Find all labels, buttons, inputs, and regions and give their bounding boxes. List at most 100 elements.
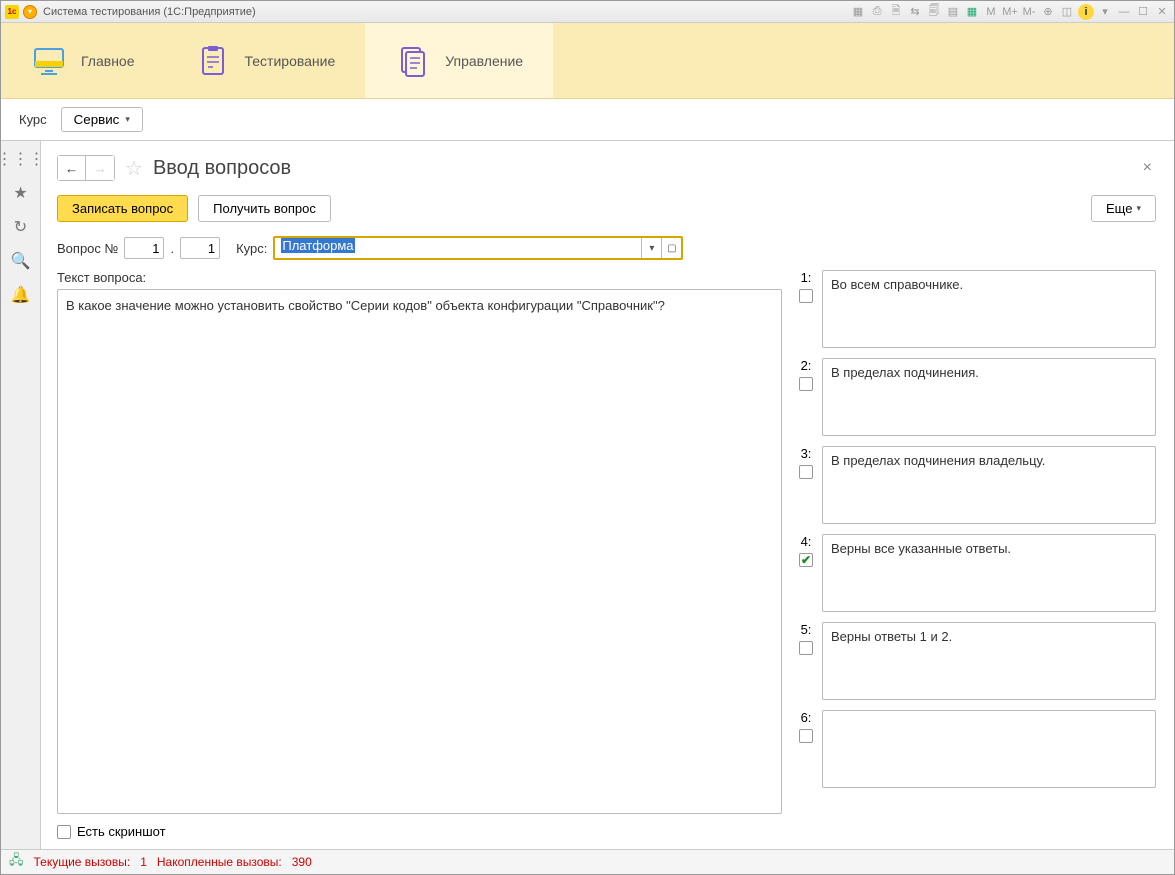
answer-checkbox[interactable]: [799, 289, 813, 303]
star-icon[interactable]: ★: [11, 183, 31, 203]
doc-icon[interactable]: 🗐: [926, 4, 942, 20]
search-icon[interactable]: 🔍: [11, 251, 31, 271]
answer-text[interactable]: Верны все указанные ответы.: [822, 534, 1156, 612]
accum-calls-value: 390: [292, 855, 312, 869]
subbar: Курс Сервис: [1, 99, 1174, 141]
mplus-icon[interactable]: M+: [1002, 4, 1018, 20]
app-logo-icon: 1c: [5, 5, 19, 19]
answer-num: 4:: [801, 534, 812, 549]
preview-icon[interactable]: 🗎: [888, 4, 904, 20]
zoom-icon[interactable]: ⊕: [1040, 4, 1056, 20]
answer-item: 4: Верны все указанные ответы.: [796, 534, 1156, 612]
answer-text[interactable]: В пределах подчинения.: [822, 358, 1156, 436]
titlebar-icons: ▦ ⎙ 🗎 ⇆ 🗐 ▤ ▦ M M+ M- ⊕ ◫ i ▾ — ☐ ✕: [850, 4, 1170, 20]
answer-num: 1:: [801, 270, 812, 285]
nav-main[interactable]: Главное: [1, 23, 165, 98]
panels-icon[interactable]: ◫: [1059, 4, 1075, 20]
close-page-icon[interactable]: ×: [1139, 159, 1156, 177]
answer-text[interactable]: Во всем справочнике.: [822, 270, 1156, 348]
print-icon[interactable]: ⎙: [869, 4, 885, 20]
left-sidebar: ⋮⋮⋮ ★ ↻ 🔍 🔔: [1, 141, 41, 849]
status-icon: 🖧: [9, 851, 24, 873]
answer-checkbox[interactable]: [799, 465, 813, 479]
mminus-icon[interactable]: M-: [1021, 4, 1037, 20]
window-title: Система тестирования (1С:Предприятие): [43, 6, 256, 18]
answer-text[interactable]: Верны ответы 1 и 2.: [822, 622, 1156, 700]
answer-item: 1: Во всем справочнике.: [796, 270, 1156, 348]
question-column: Текст вопроса: Есть скриншот: [57, 270, 782, 839]
compare-icon[interactable]: ⇆: [907, 4, 923, 20]
statusbar: 🖧 Текущие вызовы: 1 Накопленные вызовы: …: [1, 849, 1174, 874]
answers-column: 1: Во всем справочнике. 2: В пределах по…: [796, 270, 1156, 839]
maximize-icon[interactable]: ☐: [1135, 4, 1151, 20]
service-button[interactable]: Сервис: [61, 107, 143, 132]
course-link[interactable]: Курс: [19, 112, 47, 127]
answer-checkbox[interactable]: [799, 553, 813, 567]
main-columns: Текст вопроса: Есть скриншот 1: Во всем …: [57, 270, 1156, 839]
answer-checkbox[interactable]: [799, 641, 813, 655]
calc-icon[interactable]: ▤: [945, 4, 961, 20]
apps-icon[interactable]: ⋮⋮⋮: [11, 149, 31, 169]
screenshot-row: Есть скриншот: [57, 824, 782, 839]
current-calls-label: Текущие вызовы:: [34, 855, 131, 869]
save-icon[interactable]: ▦: [850, 4, 866, 20]
main-nav: Главное Тестирование Управление: [1, 23, 1174, 99]
screenshot-label: Есть скриншот: [77, 824, 166, 839]
m-icon[interactable]: M: [983, 4, 999, 20]
question-text-label: Текст вопроса:: [57, 270, 782, 285]
question-num1-input[interactable]: [124, 237, 164, 259]
course-select[interactable]: Платформа ▾ ▢: [273, 236, 683, 260]
app-menu-dropdown[interactable]: [23, 5, 37, 19]
course-open-icon[interactable]: ▢: [661, 238, 681, 258]
answer-checkbox[interactable]: [799, 729, 813, 743]
nav-label: Управление: [445, 53, 523, 69]
answer-checkbox[interactable]: [799, 377, 813, 391]
titlebar: 1c Система тестирования (1С:Предприятие)…: [1, 1, 1174, 23]
history-icon[interactable]: ↻: [11, 217, 31, 237]
answer-num: 2:: [801, 358, 812, 373]
more-label: Еще: [1106, 201, 1132, 216]
answer-item: 6:: [796, 710, 1156, 788]
content: ← → ☆ Ввод вопросов × Записать вопрос По…: [41, 141, 1174, 849]
nav-label: Тестирование: [245, 53, 336, 69]
question-num2-input[interactable]: [180, 237, 220, 259]
course-input[interactable]: Платформа: [275, 238, 641, 258]
page-header: ← → ☆ Ввод вопросов ×: [57, 155, 1156, 181]
course-label: Курс:: [236, 241, 267, 256]
answer-num: 6:: [801, 710, 812, 725]
nav-testing[interactable]: Тестирование: [165, 23, 366, 98]
get-question-button[interactable]: Получить вопрос: [198, 195, 331, 222]
accum-calls-label: Накопленные вызовы:: [157, 855, 282, 869]
answer-text[interactable]: В пределах подчинения владельцу.: [822, 446, 1156, 524]
nav-management[interactable]: Управление: [365, 23, 553, 98]
toolbar: Записать вопрос Получить вопрос Еще: [57, 195, 1156, 222]
answer-item: 5: Верны ответы 1 и 2.: [796, 622, 1156, 700]
answer-num: 3:: [801, 446, 812, 461]
info-drop-icon[interactable]: ▾: [1097, 4, 1113, 20]
favorite-star-icon[interactable]: ☆: [125, 156, 143, 181]
bell-icon[interactable]: 🔔: [11, 285, 31, 305]
answer-text[interactable]: [822, 710, 1156, 788]
question-number-row: Вопрос № . Курс: Платформа ▾ ▢: [57, 236, 1156, 260]
close-icon[interactable]: ✕: [1154, 4, 1170, 20]
minimize-icon[interactable]: —: [1116, 4, 1132, 20]
current-calls-value: 1: [140, 855, 147, 869]
forward-button[interactable]: →: [86, 156, 114, 180]
more-button[interactable]: Еще: [1091, 195, 1156, 222]
answer-item: 2: В пределах подчинения.: [796, 358, 1156, 436]
page-title: Ввод вопросов: [153, 157, 291, 180]
clipboard-icon: [195, 43, 231, 79]
answer-num: 5:: [801, 622, 812, 637]
screenshot-checkbox[interactable]: [57, 825, 71, 839]
course-dropdown-icon[interactable]: ▾: [641, 238, 661, 258]
calendar-icon[interactable]: ▦: [964, 4, 980, 20]
question-text-input[interactable]: [57, 289, 782, 814]
back-button[interactable]: ←: [58, 156, 86, 180]
monitor-icon: [31, 43, 67, 79]
save-question-button[interactable]: Записать вопрос: [57, 195, 188, 222]
question-num-label: Вопрос №: [57, 241, 118, 256]
documents-icon: [395, 43, 431, 79]
nav-arrows: ← →: [57, 155, 115, 181]
info-icon[interactable]: i: [1078, 4, 1094, 20]
answer-item: 3: В пределах подчинения владельцу.: [796, 446, 1156, 524]
